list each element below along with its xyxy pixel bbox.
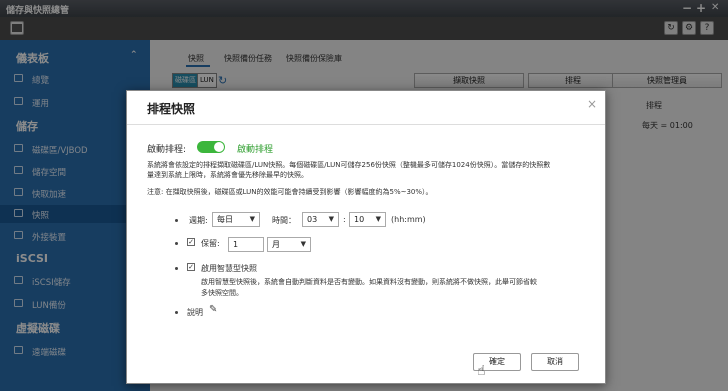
period-select[interactable]: 每日 ▼	[212, 212, 260, 227]
hand-cursor-icon: ☝	[477, 363, 486, 379]
enable-schedule-toggle[interactable]	[197, 141, 225, 153]
time-separator: :	[343, 215, 346, 224]
toggle-knob	[214, 142, 224, 152]
smart-snapshot-checkbox[interactable]: ✓	[187, 263, 195, 271]
retain-checkbox[interactable]: ✓	[187, 238, 195, 246]
schedule-snapshot-dialog: 排程快照 × 啟動排程: 啟動排程 系統將會依設定的排程擷取磁碟區/LUN快照。…	[126, 90, 606, 384]
retain-unit-select[interactable]: 月 ▼	[267, 237, 311, 252]
bullet	[175, 242, 178, 245]
period-label: 週期:	[189, 216, 208, 225]
smart-snapshot-label: 啟用智慧型快照	[201, 264, 257, 273]
chevron-down-icon: ▼	[249, 215, 255, 223]
enable-schedule-status: 啟動排程	[237, 145, 274, 155]
divider	[127, 124, 605, 125]
time-unit: (hh:mm)	[391, 215, 426, 224]
smart-snapshot-desc-2: 多快照空間。	[201, 289, 243, 297]
minute-select[interactable]: 10 ▼	[349, 212, 386, 227]
memo-label: 說明	[187, 308, 203, 317]
dialog-title: 排程快照	[147, 102, 196, 116]
hour-select[interactable]: 03 ▼	[302, 212, 339, 227]
chevron-down-icon: ▼	[375, 215, 381, 223]
close-icon[interactable]: ×	[587, 97, 597, 111]
hour-value: 03	[307, 215, 318, 224]
edit-icon[interactable]: ✎	[209, 304, 217, 315]
retain-unit-value: 月	[272, 240, 280, 249]
retain-label: 保留:	[201, 239, 220, 248]
bullet	[175, 267, 178, 270]
smart-snapshot-desc-1: 啟用智慧型快照後，系統會自動判斷資料是否有變動。如果資料沒有變動，則系統將不做快…	[201, 278, 537, 286]
time-label: 時間：	[272, 216, 296, 225]
cancel-button[interactable]: 取消	[531, 353, 579, 371]
description-line-2: 量達到系統上限時，系統將會優先移除最早的快照。	[147, 171, 308, 179]
bullet	[175, 219, 178, 222]
bullet	[175, 311, 178, 314]
description-line-1: 系統將會依設定的排程擷取磁碟區/LUN快照。每個磁碟區/LUN可儲存256份快照…	[147, 161, 551, 169]
period-value: 每日	[217, 215, 233, 224]
retain-input[interactable]: 1	[228, 237, 264, 252]
enable-schedule-label: 啟動排程:	[147, 145, 187, 155]
chevron-down-icon: ▼	[300, 240, 306, 248]
chevron-down-icon: ▼	[328, 215, 334, 223]
minute-value: 10	[354, 215, 365, 224]
performance-note: 注意: 在擷取快照後，磁碟區或LUN的效能可能會持續受到影響（影響幅度約為5%~…	[147, 188, 433, 196]
